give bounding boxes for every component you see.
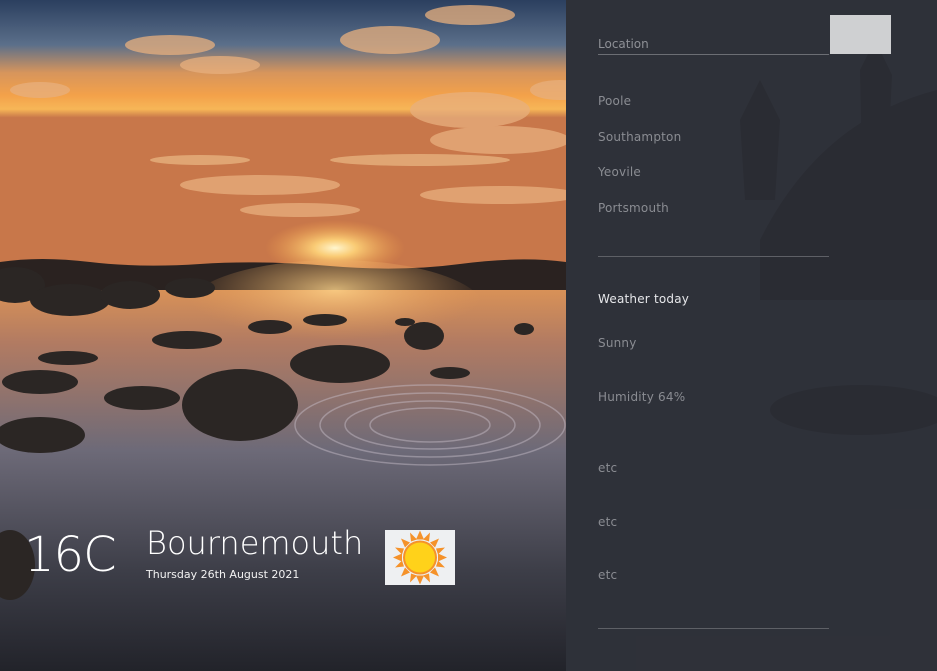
weather-app: 16C Bournemouth Thursday 26th August 202… [0,0,937,671]
divider [598,256,829,257]
sun-icon [385,530,455,585]
weather-condition: Sunny [598,336,637,350]
city-item-southampton[interactable]: Southampton [598,130,681,144]
current-city-name: Bournemouth [146,524,364,562]
weather-detail-extra: etc [598,461,618,475]
weather-detail-extra: etc [598,515,618,529]
location-input[interactable] [598,34,829,54]
current-date: Thursday 26th August 2021 [146,568,300,581]
city-item-poole[interactable]: Poole [598,94,631,108]
search-button[interactable] [830,15,891,54]
sidebar-panel: Poole Southampton Yeovile Portsmouth Wea… [566,0,937,671]
temperature: 16C [24,527,117,583]
weather-humidity: Humidity 64% [598,390,686,404]
location-search-field [598,33,829,55]
city-item-yeovile[interactable]: Yeovile [598,165,641,179]
city-item-portsmouth[interactable]: Portsmouth [598,201,669,215]
weather-detail-extra: etc [598,568,618,582]
divider [598,628,829,629]
weather-details-title: Weather today [598,292,690,306]
